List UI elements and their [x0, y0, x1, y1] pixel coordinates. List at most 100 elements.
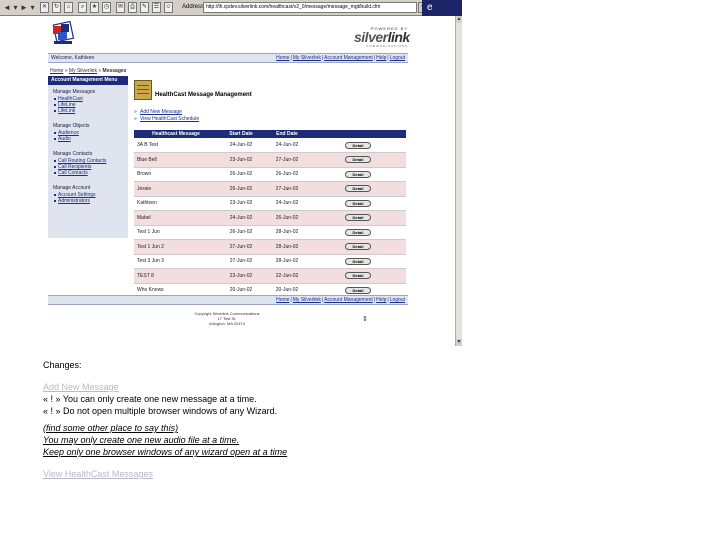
start-date: 26-Jun-02 — [218, 181, 264, 197]
start-date: 23-Jun-02 — [218, 152, 264, 168]
add-new-message-link[interactable]: » Add New Message — [134, 109, 199, 116]
mail-icon[interactable]: ✉ — [116, 2, 125, 13]
table-row: Brown 26-Jun-02 26-Jun-02 Detail — [134, 167, 406, 182]
browser-toolbar: ◄ ▾ ► ▾ ✕ ↻ ⌂ ⌕ ★ ◷ ✉ ⎙ ✎ ☰ ☺ Address ht… — [0, 0, 462, 16]
end-date: 28-Jun-02 — [264, 225, 310, 240]
menu-item-audio[interactable]: Audio — [53, 136, 128, 142]
detail-button[interactable]: Detail — [345, 141, 371, 149]
brand-name: silverlink — [354, 29, 411, 45]
detail-button[interactable]: Detail — [345, 228, 371, 236]
start-date: 23-Jun-02 — [218, 268, 264, 284]
bottom-link-account-management[interactable]: Account Management — [324, 297, 373, 303]
end-date: 26-Jun-02 — [264, 167, 310, 182]
top-link-my-silverlink[interactable]: My Silverlink — [293, 55, 321, 61]
detail-button[interactable]: Detail — [345, 170, 371, 178]
detail-button[interactable]: Detail — [345, 257, 371, 265]
detail-button[interactable]: Detail — [345, 272, 371, 280]
message-name: Jessie — [134, 181, 218, 197]
breadcrumb-current: Messages — [102, 68, 127, 74]
brand-name-part-b: link — [387, 29, 411, 45]
top-link-logout[interactable]: Logout — [390, 55, 405, 61]
detail-button[interactable]: Detail — [345, 199, 371, 207]
refresh-icon[interactable]: ↻ — [52, 2, 61, 13]
top-nav-links: Home|My Silverlink|Account Management|He… — [276, 55, 405, 61]
bottom-link-home[interactable]: Home — [276, 297, 289, 303]
table-header-row: Healthcast Message Start Date End Date — [134, 130, 406, 138]
favorites-icon[interactable]: ★ — [90, 2, 99, 13]
table-row: Kathleen 23-Jun-02 24-Jun-02 Detail — [134, 196, 406, 211]
browser-throbber-icon: e — [427, 2, 433, 13]
bottom-link-my-silverlink[interactable]: My Silverlink — [293, 297, 321, 303]
discuss-icon[interactable]: ☰ — [152, 2, 161, 13]
messenger-icon[interactable]: ☺ — [164, 2, 173, 13]
history-icon[interactable]: ◷ — [102, 2, 111, 13]
vertical-scrollbar[interactable]: ▲ ▼ — [455, 16, 462, 346]
message-name: Test 1 Jun — [134, 225, 218, 240]
table-row: Test 1 Jun 2 27-Jun-02 28-Jun-02 Detail — [134, 239, 406, 255]
back-dropdown-icon[interactable]: ▾ — [13, 2, 18, 13]
menu-group-account: Manage Account Account Settings Administ… — [48, 176, 128, 204]
detail-button[interactable]: Detail — [345, 185, 371, 193]
detail-button[interactable]: Detail — [345, 243, 371, 251]
message-name: Blue Bell — [134, 152, 218, 168]
view-healthcast-messages-link[interactable]: View HealthCast Messages — [43, 468, 683, 480]
menu-group-contacts: Manage Contacts Call Routing Contacts Ca… — [48, 142, 128, 176]
home-icon[interactable]: ⌂ — [64, 2, 73, 13]
stop-icon[interactable]: ✕ — [40, 2, 49, 13]
menu-item-lifelink[interactable]: LifeLink — [53, 108, 128, 114]
address-bar[interactable]: http://lh.cpdev.silverlink.com/healthcas… — [203, 2, 417, 13]
search-icon[interactable]: ⌕ — [78, 2, 87, 13]
message-actions: » Add New Message » View HealthCast Schedu… — [134, 109, 199, 123]
end-date: 27-Jun-02 — [264, 152, 310, 168]
add-new-message-note-link[interactable]: Add New Message — [43, 381, 683, 393]
print-icon[interactable]: ⎙ — [128, 2, 137, 13]
menu-item-call-contacts[interactable]: Call Contacts — [53, 170, 128, 176]
bottom-link-help[interactable]: Help — [376, 297, 386, 303]
message-table: Healthcast Message Start Date End Date 3… — [134, 130, 406, 298]
detail-button[interactable]: Detail — [345, 156, 371, 164]
breadcrumb-my-silverlink[interactable]: My Silverlink — [69, 68, 97, 74]
silverlink-logo: POWERED BY silverlink COMMUNICATIONS — [354, 26, 411, 48]
breadcrumb-home[interactable]: Home — [50, 68, 63, 74]
column-header-start: Start Date — [218, 130, 264, 138]
end-date: 28-Jun-02 — [264, 239, 310, 255]
note-aside-1: You may only create one new audio file a… — [43, 435, 240, 445]
scroll-down-icon[interactable]: ▼ — [456, 339, 462, 346]
menu-item-administrators[interactable]: Administrators — [53, 198, 128, 204]
bottom-nav-links: Home|My Silverlink|Account Management|He… — [276, 297, 405, 303]
table-row: Test 3 Jun 3 27-Jun-02 28-Jun-02 Detail — [134, 254, 406, 269]
address-label: Address — [182, 4, 205, 10]
end-date: 28-Jun-02 — [264, 254, 310, 269]
edit-icon[interactable]: ✎ — [140, 2, 149, 13]
start-date: 27-Jun-02 — [218, 239, 264, 255]
bottom-link-logout[interactable]: Logout — [390, 297, 405, 303]
message-name: Test 3 Jun 3 — [134, 254, 218, 269]
start-date: 27-Jun-02 — [218, 254, 264, 269]
breadcrumb: Home » My Silverlink » Messages — [50, 68, 127, 74]
message-name: Brown — [134, 167, 218, 182]
changes-heading: Changes: — [43, 360, 82, 370]
account-management-menu: Account Management Menu Manage Messages … — [48, 76, 128, 238]
forward-dropdown-icon[interactable]: ▾ — [30, 2, 35, 13]
table-row: Blue Bell 23-Jun-02 27-Jun-02 Detail — [134, 152, 406, 168]
detail-button[interactable]: Detail — [345, 286, 371, 294]
scroll-up-icon[interactable]: ▲ — [456, 16, 462, 23]
end-date: 24-Jun-02 — [264, 138, 310, 153]
browser-window: ◄ ▾ ► ▾ ✕ ↻ ⌂ ⌕ ★ ◷ ✉ ⎙ ✎ ☰ ☺ Address ht… — [0, 0, 462, 346]
note-aside: (find some other place to say this) — [43, 423, 179, 433]
healthcast-logo — [52, 21, 75, 44]
arrow-right-icon: » — [134, 116, 137, 122]
message-name: Kathleen — [134, 196, 218, 211]
top-link-home[interactable]: Home — [276, 55, 289, 61]
brand-name-part-a: silver — [354, 29, 388, 45]
start-date: 23-Jun-02 — [218, 196, 264, 211]
detail-button[interactable]: Detail — [345, 214, 371, 222]
menu-group-title: Manage Objects — [53, 123, 90, 129]
back-icon[interactable]: ◄ — [3, 2, 11, 13]
table-row: Mabel 24-Jun-02 26-Jun-02 Detail — [134, 210, 406, 226]
view-schedule-link[interactable]: » View HealthCast Schedule — [134, 116, 199, 123]
change-notes: Changes: Add New Message « ! » You can o… — [43, 359, 683, 480]
forward-icon[interactable]: ► — [20, 2, 28, 13]
top-link-help[interactable]: Help — [376, 55, 386, 61]
top-link-account-management[interactable]: Account Management — [324, 55, 373, 61]
